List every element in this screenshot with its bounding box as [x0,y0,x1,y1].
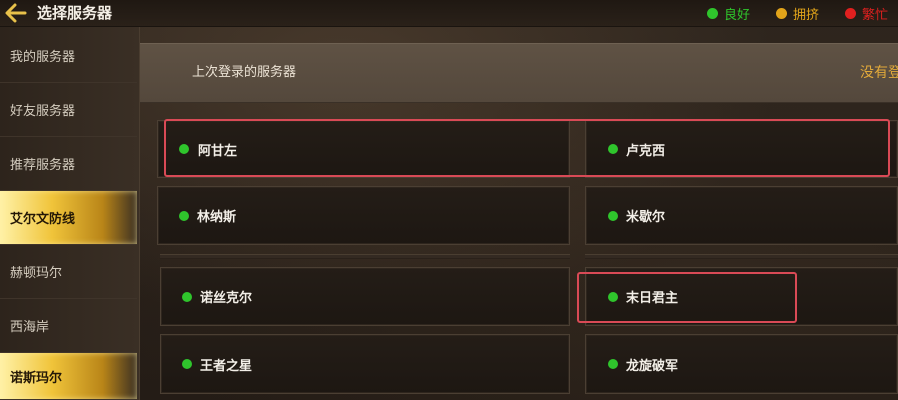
status-good-dot-icon [182,359,192,369]
page-title: 选择服务器 [37,4,113,22]
legend-item-busy: 繁忙 [844,4,888,23]
status-good-dot-icon [608,359,618,369]
back-arrow-icon [5,3,27,23]
server-name: 诺丝克尔 [200,291,253,306]
server-card-doomlord[interactable]: 末日君主 [585,267,898,326]
sidebar-item-elvin-defense[interactable]: 艾尔文防线 [0,191,137,245]
legend-label-crowded: 拥挤 [792,7,819,23]
server-card-aganzo[interactable]: 阿甘左 [157,120,570,178]
back-button[interactable] [4,2,28,24]
server-name: 王者之星 [200,358,253,374]
server-category-sidebar: 我的服务器 好友服务器 推荐服务器 艾尔文防线 赫顿玛尔 西海岸 诺斯玛尔 [0,27,140,400]
legend-item-crowded: 拥挤 [775,4,819,23]
last-login-bar[interactable]: 上次登录的服务器 没有登 [140,43,898,103]
legend-item-good: 良好 [706,4,750,23]
row-divider-right [585,254,898,259]
sidebar-item-label: 西海岸 [10,320,50,335]
sidebar-item-label: 我的服务器 [10,50,76,65]
sidebar-item-label: 艾尔文防线 [10,212,76,227]
status-good-dot-icon [608,210,618,221]
status-good-dot-icon [179,210,189,221]
legend-label-busy: 繁忙 [861,7,888,23]
sidebar-item-my-servers[interactable]: 我的服务器 [0,29,137,83]
server-card-linus[interactable]: 林纳斯 [157,186,570,245]
server-card-michelle[interactable]: 米歇尔 [585,186,898,245]
server-card-nosker[interactable]: 诺丝克尔 [160,267,570,326]
status-good-dot-icon [706,7,718,19]
status-good-dot-icon [608,291,618,302]
server-name: 龙旋破军 [626,358,679,374]
sidebar-item-label: 赫顿玛尔 [10,266,63,281]
server-name: 末日君主 [626,291,679,306]
sidebar-item-hendon-myre[interactable]: 赫顿玛尔 [0,245,137,299]
server-card-luxi[interactable]: 卢克西 [585,120,898,178]
sidebar-item-west-coast[interactable]: 西海岸 [0,299,137,353]
status-good-dot-icon [608,144,618,154]
server-name: 米歇尔 [626,210,666,225]
server-name: 林纳斯 [197,210,237,225]
server-name: 卢克西 [626,143,666,159]
server-card-dragon-whirl[interactable]: 龙旋破军 [585,334,898,394]
sidebar-item-label: 诺斯玛尔 [10,370,63,386]
last-login-value: 没有登 [860,65,898,81]
sidebar-item-recommended-servers[interactable]: 推荐服务器 [0,137,137,191]
status-good-dot-icon [182,291,192,302]
top-bar: 选择服务器 良好 拥挤 繁忙 [0,0,898,27]
row-divider-left [160,254,570,259]
status-legend: 良好 拥挤 繁忙 [681,0,888,26]
status-busy-dot-icon [844,7,856,19]
legend-label-good: 良好 [723,7,750,23]
status-good-dot-icon [179,144,189,154]
sidebar-item-norse-myre[interactable]: 诺斯玛尔 [0,353,137,400]
server-select-screen: 选择服务器 良好 拥挤 繁忙 我的服务器 好友服务器 推荐服务器 艾尔文防线 赫… [0,0,898,400]
server-card-king-star[interactable]: 王者之星 [160,334,570,394]
sidebar-item-label: 推荐服务器 [10,158,76,173]
last-login-label: 上次登录的服务器 [192,65,297,80]
status-crowded-dot-icon [775,7,787,19]
sidebar-item-label: 好友服务器 [10,104,76,119]
server-name: 阿甘左 [198,143,238,159]
sidebar-item-friend-servers[interactable]: 好友服务器 [0,83,137,137]
